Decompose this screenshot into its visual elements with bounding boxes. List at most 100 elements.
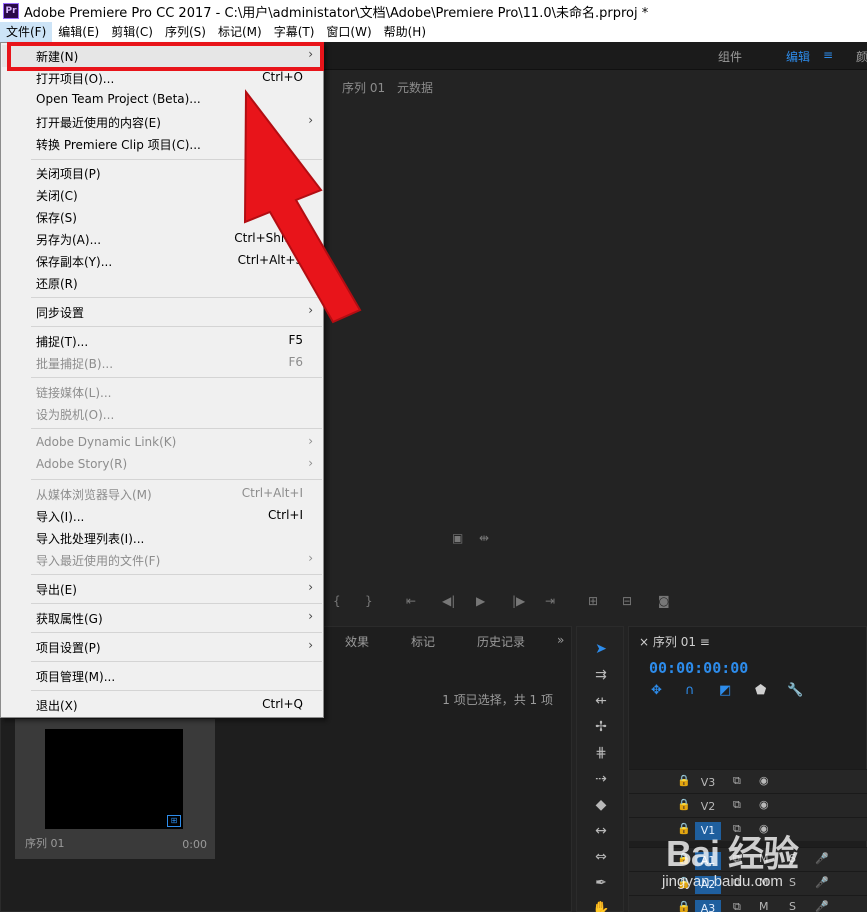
menu-item-close[interactable]: 关闭(C) C [2, 184, 323, 206]
menu-help[interactable]: 帮助(H) [378, 22, 432, 42]
program-monitor[interactable]: 序列 01 元数据 ▣ ⇹ [324, 71, 867, 624]
selection-tool-icon[interactable]: ➤ [591, 639, 611, 659]
baidu-watermark: Bai 经验 jingyan.baidu.com [660, 815, 867, 912]
monitor-tab-metadata[interactable]: 元数据 [397, 79, 433, 96]
track-label: V3 [700, 776, 716, 789]
menu-item-get-properties[interactable]: 获取属性(G) › [2, 607, 323, 629]
menu-item-project-manager[interactable]: 项目管理(M)... [2, 665, 323, 687]
workspace-color[interactable]: 颜 [856, 48, 867, 65]
razor-tool-icon[interactable]: ◆ [591, 795, 611, 815]
workspace-assembly[interactable]: 组件 [718, 48, 742, 65]
tab-effects[interactable]: 效果 [345, 633, 369, 650]
menu-separator [31, 661, 322, 662]
project-item-duration: 0:00 [182, 838, 207, 851]
ripple-edit-tool-icon[interactable]: ⇷ [591, 691, 611, 711]
menu-clip[interactable]: 剪辑(C) [105, 22, 159, 42]
go-to-in-icon[interactable]: ⇤ [406, 594, 416, 608]
export-frame-icon[interactable]: ◙ [658, 594, 670, 608]
rolling-edit-tool-icon[interactable]: ✢ [591, 717, 611, 737]
menu-item-exit[interactable]: 退出(X) Ctrl+Q [2, 694, 323, 716]
tab-markers[interactable]: 标记 [411, 633, 435, 650]
premiere-app-icon: Pr [3, 3, 19, 19]
eye-icon[interactable]: ◉ [759, 798, 769, 811]
sync-icon[interactable]: ⧉ [733, 798, 741, 812]
menu-markers[interactable]: 标记(M) [212, 22, 268, 42]
menu-item-close-project[interactable]: 关闭项目(P) Ctrl+S [2, 162, 323, 184]
menu-file[interactable]: 文件(F) [0, 22, 53, 42]
menu-item-import[interactable]: 导入(I)... Ctrl+I [2, 505, 323, 527]
menu-item-open-recent[interactable]: 打开最近使用的内容(E) › [2, 111, 323, 133]
lock-icon[interactable]: 🔒 [677, 774, 691, 787]
mark-in-icon[interactable]: { [333, 594, 341, 608]
project-item-thumbnail[interactable]: ⊞ 序列 01 0:00 [15, 719, 215, 859]
rate-stretch-tool-icon[interactable]: ⋕ [591, 743, 611, 763]
nest-icon[interactable]: ✥ [651, 683, 662, 698]
menu-edit[interactable]: 编辑(E) [52, 22, 105, 42]
pen-tool-icon[interactable]: ✒ [591, 873, 611, 893]
menu-item-dynamic-link: Adobe Dynamic Link(K) › [36, 434, 313, 449]
lock-icon[interactable]: 🔒 [677, 798, 691, 811]
menu-window[interactable]: 窗口(W) [320, 22, 377, 42]
mark-out-icon[interactable]: } [365, 594, 373, 608]
fit-icon[interactable]: ⇹ [479, 531, 489, 545]
step-back-icon[interactable]: ◀| [442, 594, 455, 608]
track-v3[interactable]: 🔒 V3 ⧉ ◉ [629, 769, 867, 793]
menu-title[interactable]: 字幕(T) [268, 22, 321, 42]
timeline-tab[interactable]: × 序列 01 ≡ [639, 633, 710, 650]
submenu-arrow-icon: › [308, 456, 313, 470]
menu-separator [31, 690, 322, 691]
tools-panel: ➤ ⇉ ⇷ ✢ ⋕ ⇢ ◆ ↔ ⇔ ✒ ✋ [576, 626, 624, 912]
lift-icon[interactable]: ⊞ [588, 594, 598, 608]
workspace-editing[interactable]: 编辑 [786, 48, 810, 65]
menu-item-open-team-project[interactable]: Open Team Project (Beta)... [2, 89, 323, 111]
menu-item-capture[interactable]: 捕捉(T)... F5 [2, 330, 323, 352]
go-to-out-icon[interactable]: ⇥ [545, 594, 555, 608]
sync-icon[interactable]: ⧉ [733, 774, 741, 788]
menu-item-save-copy[interactable]: 保存副本(Y)... Ctrl+Alt+S [2, 250, 323, 272]
eye-icon[interactable]: ◉ [759, 774, 769, 787]
timecode-display[interactable]: 00:00:00:00 [649, 659, 748, 677]
menu-item-import-from-browser: 从媒体浏览器导入(M) Ctrl+Alt+I [36, 486, 303, 502]
track-v2[interactable]: 🔒 V2 ⧉ ◉ [629, 793, 867, 817]
menu-separator [31, 428, 322, 429]
watermark-logo: Bai 经验 [666, 833, 799, 874]
snap-magnet-icon[interactable]: ∩ [685, 683, 695, 698]
menu-item-import-batch-list[interactable]: 导入批处理列表(I)... [2, 527, 323, 549]
monitor-tab-sequence[interactable]: 序列 01 [342, 79, 385, 96]
menu-item-convert-clip[interactable]: 转换 Premiere Clip 项目(C)... [2, 133, 323, 155]
menu-item-import-recent: 导入最近使用的文件(F) › [36, 551, 313, 568]
highlight-box [7, 42, 324, 71]
menu-item-save-as[interactable]: 另存为(A)... Ctrl+Shift+ [2, 228, 323, 250]
linked-selection-icon[interactable]: ◩ [719, 683, 731, 698]
menu-separator [31, 574, 322, 575]
menu-item-sync-settings[interactable]: 同步设置 › [2, 301, 323, 323]
menu-item-revert[interactable]: 还原(R) [2, 272, 323, 294]
menu-item-project-settings[interactable]: 项目设置(P) › [2, 636, 323, 658]
file-menu-dropdown: 新建(N) › 打开项目(O)... Ctrl+O Open Team Proj… [0, 42, 324, 718]
watermark-url: jingyan.baidu.com [662, 873, 783, 890]
menu-item-batch-capture: 批量捕捉(B)... F6 [36, 355, 303, 371]
menu-separator [31, 377, 322, 378]
menu-item-save[interactable]: 保存(S) Ctrl [2, 206, 323, 228]
menubar: 文件(F) 编辑(E) 剪辑(C) 序列(S) 标记(M) 字幕(T) 窗口(W… [0, 22, 867, 42]
rate-tool-icon[interactable]: ⇢ [591, 769, 611, 789]
submenu-arrow-icon: › [308, 551, 313, 565]
play-icon[interactable]: ▶ [476, 594, 485, 608]
safe-margin-icon[interactable]: ▣ [452, 531, 463, 545]
sequence-badge-icon: ⊞ [167, 815, 181, 827]
workspace-menu-icon[interactable]: ≡ [823, 48, 833, 62]
add-marker-icon[interactable]: ⬟ [755, 683, 766, 698]
wrench-icon[interactable]: 🔧 [787, 683, 803, 698]
panel-overflow-icon[interactable]: » [557, 633, 564, 647]
menu-item-export[interactable]: 导出(E) › [2, 578, 323, 600]
window-title: Adobe Premiere Pro CC 2017 - C:\用户\admin… [24, 5, 649, 21]
menu-sequence[interactable]: 序列(S) [159, 22, 212, 42]
track-select-tool-icon[interactable]: ⇉ [591, 665, 611, 685]
step-forward-icon[interactable]: |▶ [512, 594, 525, 608]
extract-icon[interactable]: ⊟ [622, 594, 632, 608]
slip-tool-icon[interactable]: ↔ [591, 821, 611, 841]
menu-separator [31, 632, 322, 633]
hand-tool-icon[interactable]: ✋ [591, 899, 611, 912]
tab-history[interactable]: 历史记录 [477, 633, 525, 650]
slide-tool-icon[interactable]: ⇔ [591, 847, 611, 867]
